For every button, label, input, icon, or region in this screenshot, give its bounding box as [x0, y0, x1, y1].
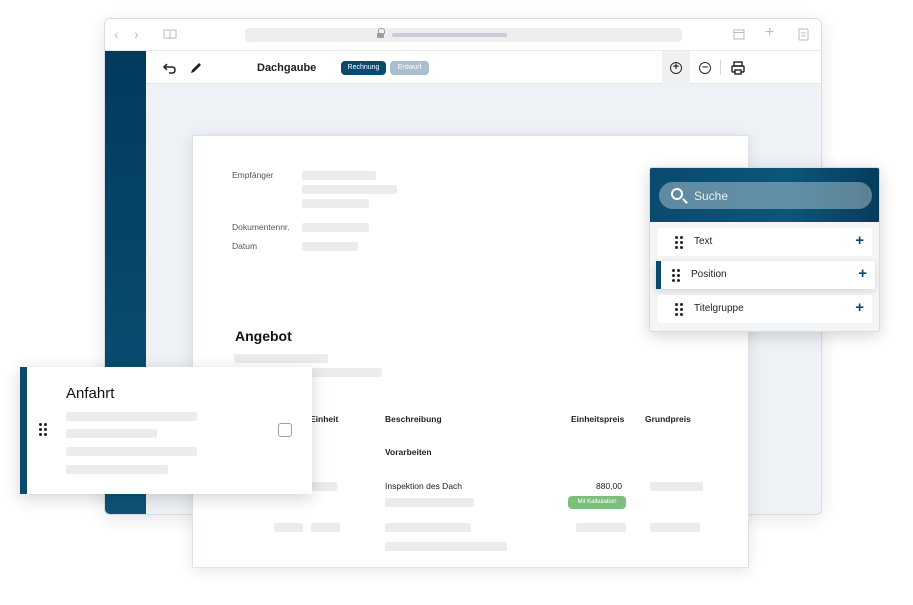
row-placeholder [385, 523, 471, 532]
insert-item-text[interactable]: Text + [658, 228, 872, 256]
lock-icon [377, 28, 385, 39]
toolbar-divider [720, 60, 721, 75]
back-icon[interactable]: ‹ [114, 27, 119, 41]
print-icon[interactable] [730, 60, 746, 76]
zoom-in-icon: + [670, 62, 682, 74]
tabs-icon[interactable] [733, 29, 745, 40]
title-group-name[interactable]: Vorarbeiten [385, 447, 432, 457]
document-number-label: Dokumentennr. [232, 222, 290, 232]
add-icon[interactable]: + [858, 266, 867, 282]
status-badge-rechnung[interactable]: Rechnung [341, 61, 386, 75]
copy-icon[interactable] [798, 28, 809, 41]
description-line [385, 498, 474, 507]
dragged-position-card[interactable]: Anfahrt [20, 367, 312, 494]
zoom-out-icon[interactable]: – [699, 62, 711, 74]
card-text-line [66, 412, 197, 421]
new-tab-icon[interactable]: + [765, 25, 774, 41]
editor-toolbar: Dachgaube Rechnung Entwurf + – [146, 51, 821, 84]
column-header-beschreibung: Beschreibung [385, 414, 442, 424]
stage: ‹ › + Dachgaube Rechnung Entwurf + – Emp… [0, 0, 913, 605]
row-placeholder [650, 523, 700, 532]
add-icon[interactable]: + [855, 300, 864, 316]
insert-item-titelgruppe[interactable]: Titelgruppe + [658, 295, 872, 323]
add-icon[interactable]: + [855, 233, 864, 249]
intro-text-line [234, 354, 328, 363]
column-header-einheitspreis: Einheitspreis [571, 414, 625, 424]
drag-handle-icon[interactable] [39, 423, 48, 436]
position-description[interactable]: Inspektion des Dach [385, 481, 462, 491]
card-text-line [66, 465, 168, 474]
position-unit-price[interactable]: 880,00 [596, 481, 622, 491]
insert-item-label: Position [691, 269, 727, 280]
zoom-in-button[interactable]: + [662, 51, 690, 84]
row-placeholder [576, 523, 626, 532]
card-accent-bar [20, 367, 27, 494]
card-checkbox[interactable] [278, 423, 292, 437]
document-heading: Angebot [235, 328, 292, 344]
row-placeholder [385, 542, 507, 551]
browser-chrome: ‹ › + [105, 19, 821, 51]
calculation-badge[interactable]: Mit Kalkulation [568, 496, 626, 509]
pencil-icon[interactable] [188, 60, 204, 76]
date-label: Datum [232, 241, 258, 251]
base-price-placeholder [650, 482, 703, 491]
reader-icon[interactable] [163, 29, 177, 40]
drag-handle-icon[interactable] [675, 303, 684, 316]
recipient-label: Empfänger [232, 170, 274, 180]
search-icon [671, 188, 683, 200]
insert-panel-header [650, 168, 879, 222]
document-number-value [302, 223, 369, 232]
card-text-line [66, 447, 197, 456]
address-bar[interactable] [245, 28, 682, 42]
card-title: Anfahrt [66, 385, 115, 402]
recipient-line [302, 185, 397, 194]
search-field[interactable] [659, 182, 872, 209]
forward-icon[interactable]: › [134, 27, 139, 41]
date-value [302, 242, 358, 251]
drag-handle-icon[interactable] [675, 236, 684, 249]
insert-panel: Text + Position + Titelgruppe + [649, 167, 880, 332]
insert-item-position[interactable]: Position + [656, 261, 875, 289]
document-title: Dachgaube [257, 62, 317, 74]
column-header-grundpreis: Grundpreis [645, 414, 691, 424]
status-badge-entwurf[interactable]: Entwurf [390, 61, 429, 75]
url-placeholder [392, 33, 507, 37]
card-text-line [66, 429, 157, 438]
recipient-line [302, 171, 376, 180]
insert-item-label: Text [694, 236, 713, 247]
search-input[interactable] [694, 182, 864, 209]
recipient-line [302, 199, 369, 208]
undo-icon[interactable] [162, 60, 178, 76]
row-placeholder [311, 523, 340, 532]
column-header-einheit: Einheit [310, 414, 339, 424]
insert-item-label: Titelgruppe [694, 303, 744, 314]
drag-handle-icon[interactable] [672, 269, 681, 282]
unit-placeholder [310, 482, 337, 491]
row-placeholder [274, 523, 303, 532]
